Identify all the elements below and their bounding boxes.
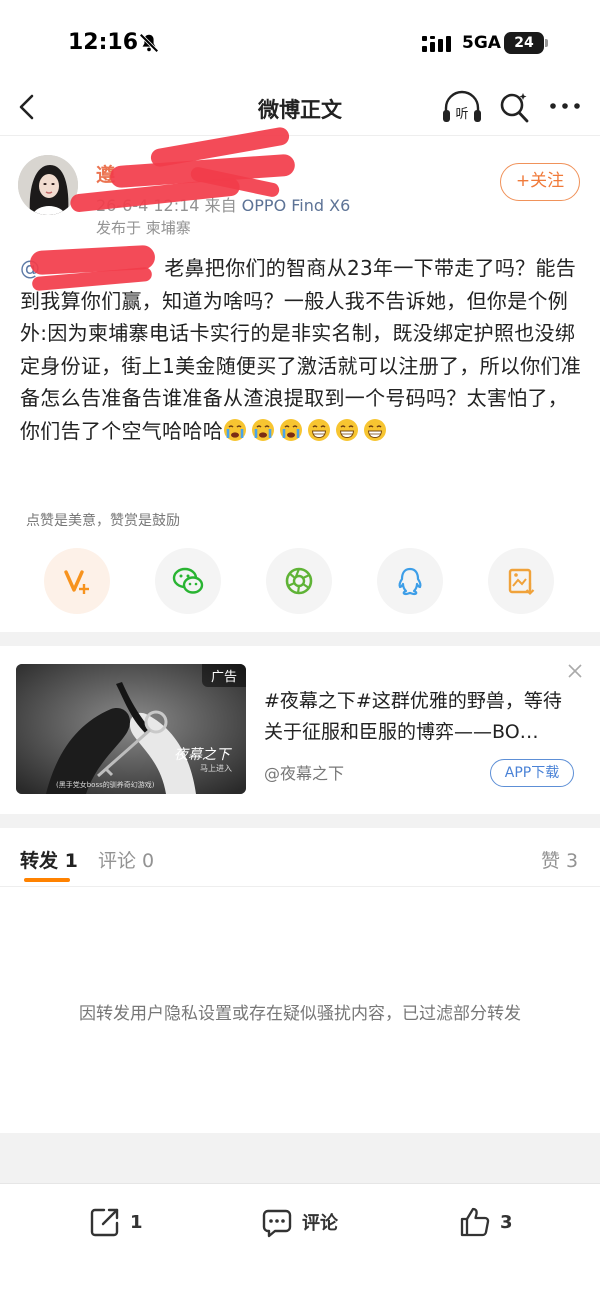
listen-icon[interactable]: 听 (440, 88, 484, 128)
repost-count: 1 (130, 1211, 143, 1233)
nav-bar: 微博正文 听 (0, 80, 600, 136)
active-tab-indicator (24, 878, 70, 882)
tab-comment[interactable]: 评论 0 (98, 846, 154, 873)
battery-icon: 24 (504, 32, 548, 54)
close-icon[interactable] (566, 662, 584, 680)
post-device[interactable]: OPPO Find X6 (242, 196, 351, 215)
share-qq-button[interactable] (377, 548, 443, 614)
ad-image-caption: (黑手党女boss的驯养奇幻游戏) (56, 781, 155, 789)
signal-icon (422, 36, 451, 52)
crying-emoji (252, 418, 274, 441)
post-location: 发布于 柬埔寨 (96, 219, 191, 237)
save-image-button[interactable] (488, 548, 554, 614)
app-download-button[interactable]: APP下载 (490, 759, 574, 787)
tab-repost[interactable]: 转发 1 (20, 846, 78, 873)
ad-image[interactable]: 广告 夜幕之下 马上进入 (黑手党女boss的驯养奇幻游戏) (16, 664, 246, 794)
wechat-icon (172, 567, 204, 594)
qq-icon (398, 567, 422, 596)
svg-text:听: 听 (455, 107, 468, 122)
crying-emoji (280, 418, 302, 441)
ad-title[interactable]: #夜幕之下#这群优雅的野兽，等待关于征服和臣服的博弈——BO… (264, 686, 580, 748)
grin-emoji (364, 418, 386, 441)
grin-emoji (308, 418, 330, 441)
comment-label: 评论 (302, 1213, 338, 1234)
comment-icon (262, 1209, 292, 1238)
moments-icon (285, 567, 313, 595)
share-row (0, 548, 600, 618)
status-time: 12:16 (68, 30, 139, 55)
grin-emoji (336, 418, 358, 441)
ad-image-sub: 马上进入 (200, 764, 232, 773)
tab-divider (0, 886, 600, 887)
bottom-action-bar: 1 评论 3 (0, 1183, 600, 1303)
search-icon[interactable] (496, 88, 532, 126)
more-icon[interactable] (548, 88, 582, 124)
section-divider (0, 632, 600, 646)
tab-like[interactable]: 赞 3 (541, 846, 578, 873)
share-wechat-button[interactable] (155, 548, 221, 614)
comment-button[interactable]: 评论 (260, 1204, 338, 1240)
status-bar: 12:16 5GA 24 (0, 0, 600, 88)
bell-muted-icon (139, 33, 159, 53)
share-moments-button[interactable] (266, 548, 332, 614)
network-type: 5GA (462, 33, 501, 53)
ad-tag: 广告 (201, 664, 246, 687)
avatar[interactable] (18, 155, 78, 215)
thumbs-up-icon (460, 1207, 490, 1237)
section-divider (0, 1133, 600, 1183)
ad-image-logo: 夜幕之下 (174, 747, 230, 763)
reward-hint: 点赞是美意，赞赏是鼓励 (26, 513, 180, 529)
follow-button[interactable]: +关注 (500, 163, 580, 201)
battery-level: 24 (504, 32, 544, 54)
section-divider (0, 814, 600, 828)
ad-source[interactable]: @夜幕之下 (264, 760, 344, 784)
post-source-prefix: 来自 (204, 196, 237, 215)
filter-note: 因转发用户隐私设置或存在疑似骚扰内容，已过滤部分转发 (79, 1004, 521, 1024)
image-download-icon (508, 568, 535, 596)
share-arrow-icon (90, 1208, 119, 1237)
reward-v-icon (64, 570, 89, 594)
like-count: 3 (500, 1211, 513, 1233)
repost-button[interactable]: 1 (88, 1204, 143, 1240)
crying-emoji (224, 418, 246, 441)
like-button[interactable]: 3 (458, 1204, 513, 1240)
emoji-group (223, 418, 391, 443)
reward-button[interactable] (44, 548, 110, 614)
